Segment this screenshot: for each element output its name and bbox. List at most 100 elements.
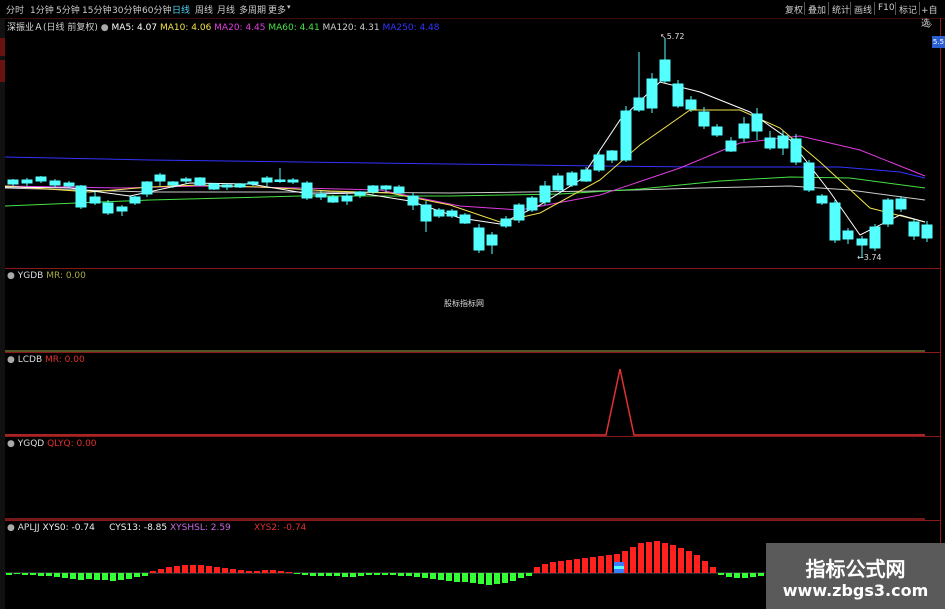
candle-body — [856, 238, 868, 246]
histogram-bar — [686, 551, 692, 573]
candle-body — [566, 172, 578, 186]
histogram-bar — [70, 573, 76, 579]
candle-body — [711, 126, 723, 136]
candle-body — [764, 137, 776, 149]
candle-body — [49, 180, 61, 186]
kline-chart[interactable] — [0, 0, 945, 609]
candle-body — [261, 177, 273, 183]
histogram-bar — [142, 573, 148, 576]
candle-body — [234, 183, 246, 188]
candle-body — [154, 174, 166, 182]
histogram-bar — [454, 573, 460, 582]
moving-average-lines — [4, 81, 926, 236]
histogram-bar — [438, 573, 444, 580]
candle-body — [829, 202, 841, 241]
histogram-bar — [582, 558, 588, 573]
candle-body — [459, 214, 471, 224]
candle-body — [751, 113, 763, 132]
histogram-bar — [118, 573, 124, 580]
candle-body — [659, 59, 671, 82]
histogram-bar — [718, 573, 724, 575]
candle-body — [180, 178, 192, 182]
histogram-bar — [286, 572, 292, 573]
candle-body — [354, 191, 366, 196]
candle-body — [882, 199, 894, 225]
histogram-bar — [422, 573, 428, 578]
histogram-bar — [734, 573, 740, 578]
histogram-bar — [126, 573, 132, 579]
histogram-bar — [558, 561, 564, 573]
candle-body — [221, 184, 233, 188]
histogram-bar — [6, 573, 12, 575]
candle-body — [620, 110, 632, 161]
candle-body — [208, 183, 220, 190]
histogram-bar — [86, 573, 92, 579]
histogram-bar — [430, 573, 436, 579]
histogram-bar — [310, 573, 316, 576]
candle-body — [315, 193, 327, 198]
histogram-bar — [670, 545, 676, 573]
candle-body — [685, 99, 697, 110]
histogram-bar — [358, 573, 364, 576]
candle-body — [446, 210, 458, 217]
candle-body — [89, 196, 101, 204]
histogram-bar — [150, 571, 156, 573]
histogram-bar — [102, 573, 108, 580]
histogram-bar — [398, 573, 404, 576]
watermark-title: 指标公式网 — [805, 557, 906, 581]
histogram-bar — [14, 573, 20, 574]
histogram-bar — [134, 573, 140, 577]
candle-body — [473, 227, 485, 251]
ma-line — [4, 156, 926, 179]
candlesticks — [7, 38, 933, 258]
histogram-bar — [662, 543, 668, 573]
histogram-bar — [646, 542, 652, 573]
histogram-marker — [614, 566, 624, 569]
histogram-bar — [46, 573, 52, 576]
histogram-bar — [198, 565, 204, 573]
histogram-bar — [470, 573, 476, 583]
candle-body — [738, 123, 750, 139]
histogram-bar — [486, 573, 492, 585]
histogram-bar — [414, 573, 420, 577]
candle-body — [287, 179, 299, 183]
candle-body — [274, 179, 286, 182]
watermark: 指标公式网 www.zbgs3.com — [766, 543, 945, 609]
apljj-histogram — [6, 541, 764, 585]
histogram-bar — [62, 573, 68, 578]
histogram-bar — [742, 573, 748, 578]
candle-body — [513, 204, 525, 221]
candle-body — [777, 135, 789, 149]
histogram-bar — [518, 573, 524, 578]
histogram-bar — [510, 573, 516, 581]
candle-body — [539, 185, 551, 203]
histogram-bar — [390, 573, 396, 575]
candle-body — [327, 196, 339, 203]
histogram-bar — [542, 564, 548, 573]
histogram-bar — [262, 570, 268, 573]
candle-body — [194, 177, 206, 186]
candle-body — [790, 138, 802, 163]
histogram-bar — [566, 560, 572, 573]
lcdb-line — [5, 368, 925, 436]
histogram-bar — [334, 573, 340, 576]
candle-body — [393, 186, 405, 194]
ma-line — [4, 81, 926, 236]
histogram-bar — [54, 573, 60, 577]
candle-body — [672, 83, 684, 107]
histogram-bar — [246, 571, 252, 573]
watermark-url: www.zbgs3.com — [782, 581, 929, 600]
candle-body — [921, 224, 933, 239]
candle-body — [895, 198, 907, 210]
candle-body — [646, 78, 658, 109]
histogram-bar — [550, 562, 556, 573]
indicator-lines — [5, 350, 925, 574]
candle-body — [633, 97, 645, 111]
candle-body — [552, 175, 564, 191]
histogram-bar — [238, 570, 244, 573]
histogram-bar — [222, 568, 228, 573]
histogram-bar — [382, 573, 388, 575]
candle-body — [803, 162, 815, 191]
candle-body — [102, 202, 114, 214]
ma-line — [4, 109, 926, 223]
